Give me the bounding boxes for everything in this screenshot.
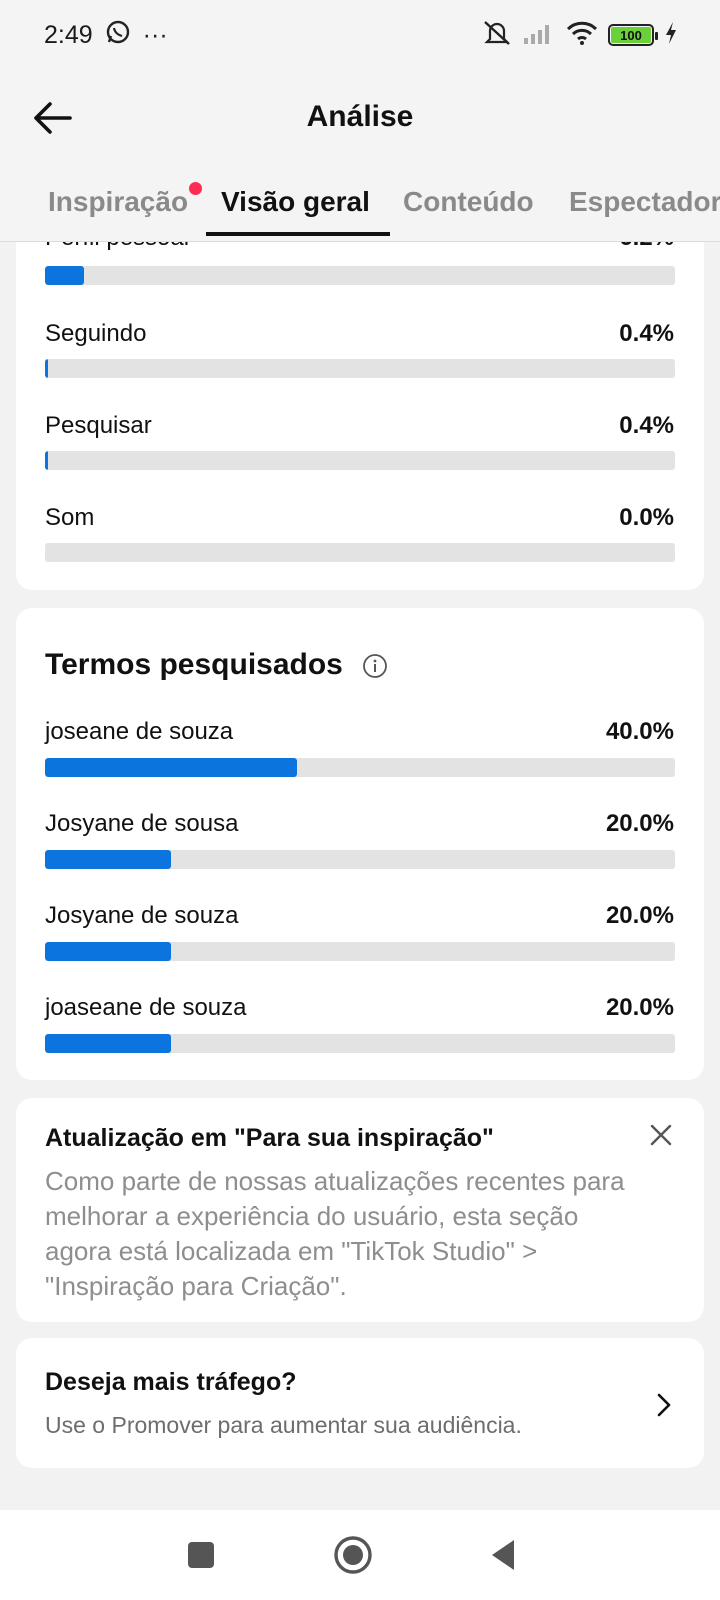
home-button[interactable] [330, 1532, 376, 1578]
info-icon[interactable] [362, 653, 388, 679]
traffic-value: 0.0% [619, 504, 674, 531]
search-term-value: 20.0% [605, 994, 674, 1021]
status-time: 2:49 [44, 20, 93, 49]
back-nav-button[interactable] [480, 1532, 526, 1578]
page-title: Análise [306, 100, 414, 133]
traffic-bar [45, 266, 675, 285]
triangle-back-icon [492, 1540, 514, 1570]
search-term-label: Josyane de sousa [45, 810, 239, 837]
square-icon [188, 1542, 214, 1568]
whatsapp-icon [105, 19, 131, 52]
search-term-bar-fill [45, 850, 171, 869]
traffic-bar-fill [45, 266, 85, 285]
wifi-icon [566, 21, 598, 50]
tab-inspiracao[interactable]: Inspiração [48, 186, 188, 218]
notification-badge [189, 182, 202, 195]
traffic-sources-card: Perfil pessoal 6.2% Seguindo 0.4% Pesqui… [16, 242, 704, 590]
traffic-bar [45, 543, 675, 562]
recents-button[interactable] [178, 1532, 224, 1578]
promo-subtitle: Use o Promover para aumentar sua audiênc… [45, 1412, 522, 1438]
muted-icon [482, 19, 512, 52]
search-term-bar-fill [45, 758, 297, 777]
traffic-label: Som [45, 504, 95, 531]
close-icon [650, 1124, 672, 1146]
active-tab-indicator [206, 232, 390, 236]
search-term-bar [45, 1034, 675, 1053]
signal-icon [522, 21, 556, 50]
header: Análise [0, 70, 720, 170]
traffic-label: Pesquisar [45, 412, 152, 439]
promo-title: Deseja mais tráfego? [45, 1368, 297, 1396]
battery-level: 100 [611, 27, 651, 43]
search-term-label: joseane de souza [45, 718, 234, 745]
search-term-value: 20.0% [605, 902, 674, 929]
search-term-bar [45, 758, 675, 777]
search-term-label: joaseane de souza [45, 994, 247, 1021]
system-nav-bar [0, 1510, 720, 1600]
traffic-bar [45, 359, 675, 378]
search-term-bar-fill [45, 1034, 171, 1053]
notice-card: Atualização em "Para sua inspiração" Com… [16, 1098, 704, 1322]
content-scroll[interactable]: Perfil pessoal 6.2% Seguindo 0.4% Pesqui… [0, 242, 720, 1510]
search-terms-card: Termos pesquisados joseane de souza 40.0… [16, 608, 704, 1080]
notice-title: Atualização em "Para sua inspiração" [45, 1124, 494, 1152]
promo-card[interactable]: Deseja mais tráfego? Use o Promover para… [16, 1338, 704, 1468]
traffic-bar [45, 451, 675, 470]
home-circle-icon [334, 1536, 372, 1574]
traffic-value: 0.4% [619, 412, 674, 439]
search-term-value: 20.0% [605, 810, 674, 837]
search-terms-title: Termos pesquisados [45, 648, 343, 681]
search-term-value: 40.0% [605, 718, 674, 745]
tab-conteudo[interactable]: Conteúdo [403, 186, 534, 218]
status-more: ··· [142, 20, 168, 49]
search-term-label: Josyane de souza [45, 902, 239, 929]
charging-icon [664, 21, 678, 50]
traffic-value: 6.2% [619, 242, 674, 252]
traffic-label: Perfil pessoal [45, 242, 189, 252]
battery-icon: 100 [608, 24, 658, 46]
search-term-bar [45, 850, 675, 869]
search-term-bar [45, 942, 675, 961]
traffic-label: Seguindo [45, 320, 147, 347]
traffic-bar-fill [45, 451, 48, 470]
tab-espectadores[interactable]: Espectadores [569, 186, 720, 218]
tab-visao-geral[interactable]: Visão geral [221, 186, 370, 218]
search-term-bar-fill [45, 942, 171, 961]
traffic-bar-fill [45, 359, 48, 378]
chevron-right-icon[interactable] [654, 1390, 674, 1420]
status-bar: 2:49 ··· 100 [0, 0, 720, 70]
notice-body: Como parte de nossas atualizações recent… [45, 1166, 625, 1301]
tab-bar: Inspiração Visão geral Conteúdo Espectad… [0, 170, 720, 242]
close-button[interactable] [648, 1122, 674, 1148]
traffic-value: 0.4% [619, 320, 674, 347]
